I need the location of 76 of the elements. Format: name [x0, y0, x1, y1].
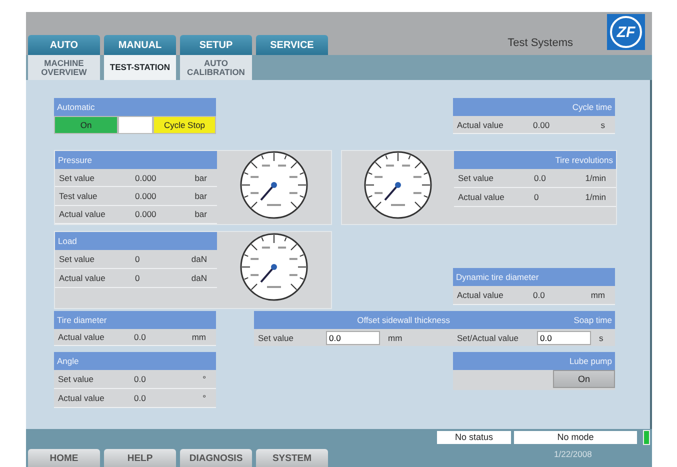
unit-label: bar — [194, 172, 208, 183]
date-label: 1/22/2008 — [554, 449, 592, 459]
gauge-drawing — [363, 150, 433, 220]
section-header: Load — [55, 232, 217, 250]
field-label: Set/Actual value — [457, 332, 520, 342]
field-value: 0.0 — [134, 332, 147, 342]
nav-button[interactable]: DIAGNOSIS — [180, 449, 252, 467]
section-header: Dynamic tire diameter — [453, 268, 615, 286]
section-header: Automatic — [54, 98, 216, 116]
nav-button[interactable]: HELP — [104, 449, 176, 467]
field-value: 0 — [534, 192, 540, 202]
status-field: No status — [437, 431, 511, 444]
section-header: Tire revolutions — [454, 151, 616, 169]
field-value: 0.0 — [533, 290, 546, 300]
field-label: Set value — [59, 254, 96, 264]
mode-tab[interactable]: AUTO — [28, 35, 100, 55]
company-logo: ZF — [607, 14, 645, 50]
field-value: 0.0 — [134, 393, 147, 403]
gauge-drawing — [239, 150, 309, 220]
mode-tab[interactable]: MANUAL — [104, 35, 176, 55]
input-field[interactable]: 0.0 — [326, 330, 380, 344]
unit-label: bar — [194, 209, 208, 220]
field-label: Test value — [59, 190, 98, 201]
field-value: 0.000 — [135, 190, 158, 201]
unit-label: 1/min — [585, 192, 607, 202]
field-label: Actual value — [458, 192, 506, 202]
field-value: 0 — [135, 254, 141, 264]
section-header: Pressure — [55, 151, 217, 169]
field-value: 0 — [135, 273, 141, 283]
field-label: Actual value — [457, 120, 504, 130]
section-header: Offset sidewall thickness — [254, 311, 453, 329]
field-label: Set value — [458, 173, 494, 183]
nav-button[interactable]: HOME — [28, 449, 100, 467]
field-label: Actual value — [59, 209, 106, 220]
unit-label: s — [600, 120, 606, 130]
mode-field: No mode — [514, 431, 637, 444]
unit-label: mm — [590, 290, 606, 300]
field-value: 0.000 — [135, 172, 158, 183]
field-label: Actual value — [457, 290, 504, 300]
section-header: Angle — [54, 352, 216, 370]
field-value: 0.0 — [534, 173, 547, 183]
field-label: Actual value — [58, 332, 106, 342]
mode-tab[interactable]: SERVICE — [256, 35, 328, 55]
field-label: Actual value — [58, 393, 106, 403]
field-label: Actual value — [59, 273, 106, 283]
unit-label: bar — [194, 190, 208, 201]
view-tab[interactable]: TEST-STATION — [104, 55, 176, 80]
field-label: Set value — [59, 172, 96, 183]
status-indicator: On — [54, 116, 118, 134]
app-title: Test Systems — [508, 37, 573, 49]
input-field[interactable]: 0.0 — [537, 330, 591, 344]
toggle-button[interactable]: On — [553, 370, 615, 388]
section-header: Cycle time — [453, 98, 615, 116]
unit-label: s — [599, 332, 604, 342]
unit-label: 1/min — [585, 173, 607, 183]
status-indicator: Cycle Stop — [153, 116, 216, 134]
field-value: 0.0 — [134, 374, 147, 384]
status-light-icon — [643, 430, 650, 445]
gauge-drawing — [239, 232, 309, 302]
section-header: Soap time — [453, 311, 615, 329]
view-tab[interactable]: AUTO CALIBRATION — [180, 55, 252, 80]
nav-button[interactable]: SYSTEM — [256, 449, 328, 467]
unit-label: mm — [388, 332, 402, 342]
unit-label: daN — [191, 254, 208, 264]
section-header: Lube pump — [453, 352, 615, 370]
unit-label: daN — [191, 273, 208, 283]
field-label: Set value — [258, 332, 294, 342]
field-label: Set value — [58, 374, 94, 384]
unit-label: ° — [202, 374, 207, 384]
unit-label: mm — [192, 332, 207, 342]
field-value: 0.00 — [533, 120, 551, 130]
section-header: Tire diameter — [54, 311, 216, 329]
field-value: 0.000 — [135, 209, 158, 220]
view-tab[interactable]: MACHINE OVERVIEW — [28, 55, 100, 80]
mode-tab[interactable]: SETUP — [180, 35, 252, 55]
unit-label: ° — [202, 393, 207, 403]
